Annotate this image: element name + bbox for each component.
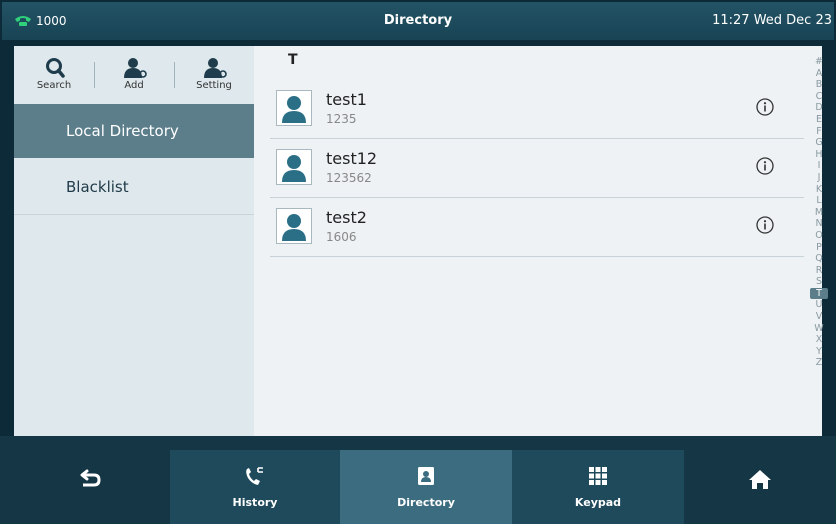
contact-row[interactable]: test1 1235 [270,80,804,139]
phone-screen: 1000 Directory 11:27 Wed Dec 23 Search A… [0,0,836,524]
index-letter[interactable]: H [810,149,828,161]
info-icon[interactable] [756,98,774,116]
add-contact-icon [122,56,148,80]
sidebar: Search Add Setting Local Directory Black… [14,46,254,436]
home-icon [748,468,772,494]
index-letter[interactable]: # [810,56,828,68]
back-arrow-icon [79,468,101,492]
keypad-softkey[interactable]: Keypad [512,450,684,524]
back-button[interactable] [30,450,150,524]
contact-name: test12 [326,149,378,168]
directory-label: Directory [397,496,455,509]
index-letter[interactable]: Q [810,253,828,265]
index-letter[interactable]: Y [810,346,828,358]
contact-setting-icon [202,56,228,80]
contact-avatar-icon [276,208,312,244]
index-letter[interactable]: Z [810,357,828,369]
index-letter[interactable]: L [810,195,828,207]
search-button[interactable]: Search [14,46,94,104]
contact-row[interactable]: test2 1606 [270,198,804,257]
index-letter[interactable]: N [810,218,828,230]
info-icon[interactable] [756,157,774,175]
index-letter[interactable]: J [810,172,828,184]
sidebar-item-label: Local Directory [66,122,179,140]
info-icon[interactable] [756,216,774,234]
index-letter[interactable]: U [810,299,828,311]
index-letter[interactable]: V [810,311,828,323]
group-letter-header: T [288,52,298,68]
softkey-bar: History Directory Keypad [0,436,836,524]
index-letter[interactable]: K [810,184,828,196]
index-letter[interactable]: P [810,242,828,254]
toolbar: Search Add Setting [14,46,254,104]
add-contact-button[interactable]: Add [94,46,174,104]
index-letter[interactable]: I [810,160,828,172]
index-letter[interactable]: E [810,114,828,126]
contact-list: T test1 1235 test12 123562 test2 1606 [254,46,822,436]
clock: 11:27 Wed Dec 23 [712,13,832,28]
setting-button[interactable]: Setting [174,46,254,104]
sidebar-item-blacklist[interactable]: Blacklist [14,160,254,215]
index-letter[interactable]: C [810,91,828,103]
contact-avatar-icon [276,90,312,126]
index-letter[interactable]: D [810,102,828,114]
search-label: Search [36,80,72,91]
keypad-label: Keypad [574,496,622,509]
index-letter[interactable]: O [810,230,828,242]
page-title: Directory [383,13,453,28]
contact-avatar-icon [276,149,312,185]
setting-label: Setting [196,80,232,91]
index-letter[interactable]: G [810,137,828,149]
call-history-icon [244,466,266,490]
contact-number: 123562 [326,171,372,185]
directory-book-icon [416,466,436,490]
add-label: Add [124,80,144,91]
index-letter[interactable]: B [810,79,828,91]
index-letter[interactable]: W [810,323,828,335]
contact-number: 1235 [326,112,357,126]
index-letter[interactable]: A [810,68,828,80]
index-letter[interactable]: T [810,287,828,300]
contact-number: 1606 [326,230,357,244]
contact-row[interactable]: test12 123562 [270,139,804,198]
sidebar-item-local-directory[interactable]: Local Directory [14,104,254,158]
search-icon [42,56,68,80]
index-letter[interactable]: X [810,334,828,346]
contact-name: test2 [326,208,367,227]
sidebar-item-label: Blacklist [66,178,129,196]
home-button[interactable] [700,450,820,524]
history-label: History [232,496,278,509]
keypad-grid-icon [588,466,608,490]
status-bar: 1000 Directory 11:27 Wed Dec 23 [2,2,834,40]
index-letter[interactable]: F [810,126,828,138]
index-letter[interactable]: M [810,207,828,219]
index-letter[interactable]: S [810,276,828,288]
alphabet-index[interactable]: # A B C D E F G H I J K L M N O P Q R S T U V W X Y Z [810,56,828,369]
contact-name: test1 [326,90,367,109]
history-softkey[interactable]: History [170,450,340,524]
index-letter[interactable]: R [810,265,828,277]
directory-softkey[interactable]: Directory [340,450,512,524]
